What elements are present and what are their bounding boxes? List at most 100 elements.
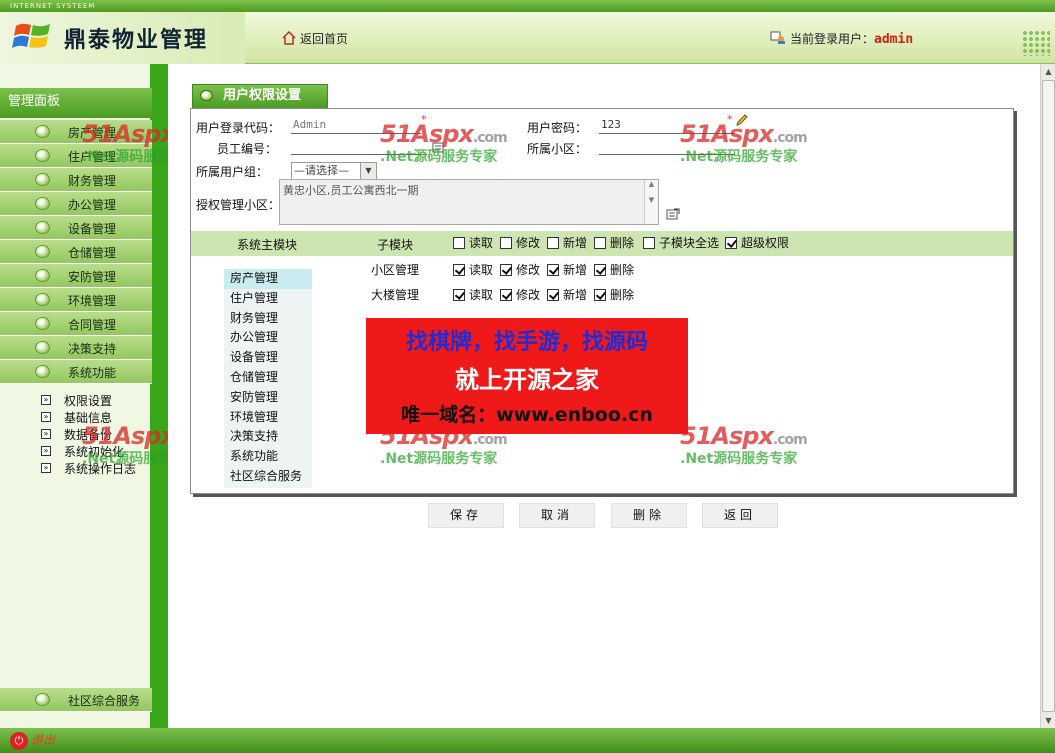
checkbox-delete-all[interactable] (594, 237, 606, 249)
scroll-down-icon[interactable]: ▼ (1042, 713, 1055, 728)
header-check-super[interactable]: 超级权限 (725, 235, 789, 251)
sidebar-item-equipment[interactable]: 设备管理 (0, 216, 152, 240)
row-check-edit[interactable]: 修改 (500, 262, 540, 278)
tab-user-permissions[interactable]: 用户权限设置 (192, 84, 328, 108)
checkbox-read-all[interactable] (453, 237, 465, 249)
cancel-button[interactable]: 取消 (519, 503, 595, 528)
permissions-header: 系统主模块 子模块 读取 修改 新增 删除 子模块全选 超级权限 (191, 231, 1013, 256)
module-item[interactable]: 设备管理 (224, 348, 312, 368)
header-check-select-all[interactable]: 子模块全选 (643, 235, 719, 251)
module-item[interactable]: 系统功能 (224, 447, 312, 467)
orb-icon (35, 693, 50, 706)
checkbox[interactable] (500, 264, 512, 276)
sidebar-item-label: 财务管理 (68, 174, 117, 188)
row-check-read[interactable]: 读取 (453, 262, 493, 278)
checkbox[interactable] (453, 289, 465, 301)
user-group-select-value: —请选择— (294, 164, 349, 177)
sidebar-item-security[interactable]: 安防管理 (0, 264, 152, 288)
row-check-delete[interactable]: 删除 (594, 262, 634, 278)
row-check-add[interactable]: 新增 (547, 287, 587, 303)
checkbox[interactable] (453, 264, 465, 276)
checkbox-edit-all[interactable] (500, 237, 512, 249)
sidebar-item-system[interactable]: 系统功能 (0, 360, 152, 384)
check-label: 修改 (516, 263, 541, 277)
header-strip-text: INTERNET SYSTEEM (10, 2, 96, 10)
sidebar-item-label: 设备管理 (68, 222, 117, 236)
sidebar-item-community[interactable]: 社区综合服务 (0, 688, 152, 712)
sub-item-basic-info[interactable]: » 基础信息 (40, 409, 152, 426)
module-item[interactable]: 财务管理 (224, 309, 312, 329)
header-check-read[interactable]: 读取 (453, 235, 493, 251)
sub-item-log[interactable]: » 系统操作日志 (40, 460, 152, 477)
user-group-select[interactable]: —请选择— ▼ (291, 162, 377, 180)
sub-item-init[interactable]: » 系统初始化 (40, 443, 152, 460)
login-code-input[interactable]: Admin (291, 118, 421, 134)
sidebar-item-finance[interactable]: 财务管理 (0, 168, 152, 192)
sub-item-backup[interactable]: » 数据备份 (40, 426, 152, 443)
employee-no-input[interactable] (291, 139, 427, 155)
row-check-add[interactable]: 新增 (547, 262, 587, 278)
header-check-add[interactable]: 新增 (547, 235, 587, 251)
row-check-delete[interactable]: 删除 (594, 287, 634, 303)
checkbox[interactable] (500, 289, 512, 301)
checkbox-add-all[interactable] (547, 237, 559, 249)
checkbox[interactable] (594, 289, 606, 301)
home-icon (282, 31, 296, 45)
sidebar-item-environment[interactable]: 环境管理 (0, 288, 152, 312)
delete-button[interactable]: 删除 (611, 503, 687, 528)
save-button[interactable]: 保存 (428, 503, 504, 528)
expand-arrow-icon: » (41, 463, 51, 473)
orb-icon (35, 317, 50, 330)
logout-button[interactable]: ⏻ 退出 (10, 731, 55, 750)
check-label: 超级权限 (741, 236, 790, 250)
checkbox-super[interactable] (725, 237, 737, 249)
sidebar-item-property[interactable]: 房产管理 (0, 120, 152, 144)
community-input[interactable] (599, 139, 735, 155)
scroll-thumb[interactable] (1042, 80, 1055, 712)
row-check-edit[interactable]: 修改 (500, 287, 540, 303)
sub-item-permissions[interactable]: » 权限设置 (40, 392, 152, 409)
authorized-community-value: 黄忠小区,员工公寓西北一期 (283, 184, 419, 197)
sidebar-item-warehouse[interactable]: 仓储管理 (0, 240, 152, 264)
sub-item-label: 数据备份 (64, 428, 113, 442)
checkbox-select-all[interactable] (643, 237, 655, 249)
module-item[interactable]: 仓储管理 (224, 368, 312, 388)
checkbox[interactable] (594, 264, 606, 276)
authorized-community-textarea[interactable]: 黄忠小区,员工公寓西北一期 ▲ ▼ (279, 179, 659, 225)
power-icon: ⏻ (10, 731, 28, 750)
row-check-read[interactable]: 读取 (453, 287, 493, 303)
ad-banner[interactable]: 找棋牌，找手游，找源码 就上开源之家 唯一域名：www.enboo.cn (366, 318, 688, 434)
module-item[interactable]: 安防管理 (224, 388, 312, 408)
sidebar-item-label: 环境管理 (68, 294, 117, 308)
module-item[interactable]: 办公管理 (224, 328, 312, 348)
checkbox[interactable] (547, 264, 559, 276)
required-mark: * (421, 113, 427, 126)
checkbox[interactable] (547, 289, 559, 301)
home-link[interactable]: 返回首页 (282, 30, 348, 47)
module-item[interactable]: 社区综合服务 (224, 467, 312, 487)
page-scrollbar[interactable]: ▲ ▼ (1040, 64, 1055, 728)
sidebar-item-contract[interactable]: 合同管理 (0, 312, 152, 336)
module-item[interactable]: 决策支持 (224, 427, 312, 447)
module-item-selected[interactable]: 房产管理 (224, 269, 312, 289)
orb-icon (35, 149, 50, 162)
password-input[interactable]: 123 (599, 118, 735, 134)
sidebar-item-office[interactable]: 办公管理 (0, 192, 152, 216)
module-item[interactable]: 住户管理 (224, 289, 312, 309)
check-label: 子模块全选 (659, 236, 720, 250)
lookup-icon[interactable] (431, 140, 445, 154)
module-item[interactable]: 环境管理 (224, 408, 312, 428)
sidebar-item-decision[interactable]: 决策支持 (0, 336, 152, 360)
sidebar-item-label: 合同管理 (68, 318, 117, 332)
header-check-edit[interactable]: 修改 (500, 235, 540, 251)
scroll-up-icon[interactable]: ▲ (1042, 64, 1055, 79)
sidebar-item-residents[interactable]: 住户管理 (0, 144, 152, 168)
header-check-delete[interactable]: 删除 (594, 235, 634, 251)
textarea-scrollbar[interactable]: ▲ ▼ (644, 180, 658, 224)
sidebar-item-label: 社区综合服务 (68, 694, 141, 708)
select-community-icon[interactable] (666, 207, 680, 221)
edit-pencil-icon[interactable] (735, 113, 749, 127)
back-button[interactable]: 返回 (702, 503, 778, 528)
ad-line-2: 就上开源之家 (455, 366, 599, 394)
login-code-label: 用户登录代码： (196, 121, 281, 135)
